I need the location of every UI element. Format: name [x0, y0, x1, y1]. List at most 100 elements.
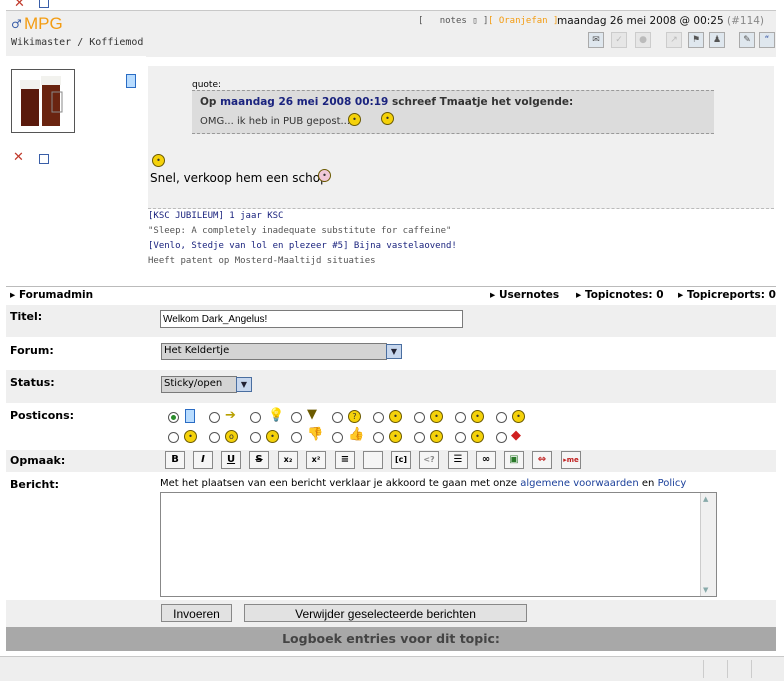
smile-icon: • — [430, 410, 443, 423]
flag-icon[interactable]: ✓ — [611, 32, 627, 48]
bericht-label: Bericht: — [10, 478, 60, 491]
quote-date-link[interactable]: maandag 26 mei 2008 00:19 — [220, 96, 388, 108]
posticon-radio-14[interactable] — [332, 432, 343, 443]
scroll-down-icon[interactable]: ▼ — [703, 586, 708, 594]
author-tag[interactable]: [ Oranjefan ] — [488, 16, 558, 26]
signature-line-4: Heeft patent op Mosterd-Maaltijd situati… — [148, 256, 376, 266]
posticon-radio-6[interactable] — [373, 412, 384, 423]
neutral-smiley-icon: • — [389, 430, 402, 443]
bold-icon[interactable]: B — [165, 451, 185, 469]
user-add-icon[interactable]: ♟ — [709, 32, 725, 48]
status-dropdown-icon[interactable]: ▼ — [236, 377, 252, 392]
delete-selected-button[interactable]: Verwijder geselecteerde berichten — [244, 604, 527, 622]
posticon-radio-10[interactable] — [168, 432, 179, 443]
subscript-icon[interactable]: x₂ — [278, 451, 298, 469]
scroll-up-icon[interactable]: ▲ — [703, 495, 708, 503]
posticon-radio-1[interactable] — [168, 412, 179, 423]
status-select[interactable]: Sticky/open — [161, 376, 237, 393]
forum-label: Forum: — [10, 344, 54, 357]
status-separator-3 — [751, 660, 752, 678]
posticon-radio-18[interactable] — [496, 432, 507, 443]
blank-format-icon[interactable] — [363, 451, 383, 469]
html-icon[interactable]: <? — [419, 451, 439, 469]
post-date-text: maandag 26 mei 2008 @ 00:25 — [557, 15, 724, 27]
arrow-up-icon[interactable]: ↗ — [666, 32, 682, 48]
topicreports-label: Topicreports: 0 — [686, 289, 776, 301]
laugh-smiley-icon: • — [184, 430, 197, 443]
list-icon[interactable]: ☰ — [448, 451, 468, 469]
topicreports-link[interactable]: ▸ Topicreports: 0 — [678, 289, 776, 301]
select-post-checkbox-top[interactable] — [39, 0, 49, 8]
status-separator-1 — [703, 660, 704, 678]
thumbs-up-icon: 👍 — [348, 427, 365, 442]
top-strip — [0, 0, 784, 10]
report-icon[interactable]: ⚑ — [688, 32, 704, 48]
tongue-smiley-icon: • — [430, 430, 443, 443]
posticon-radio-7[interactable] — [414, 412, 425, 423]
terms-and: en — [641, 478, 655, 489]
avatar — [11, 69, 75, 133]
quote-header: Op maandag 26 mei 2008 00:19 schreef Tma… — [200, 96, 573, 108]
username-link[interactable]: MPG — [24, 14, 63, 34]
posticon-radio-9[interactable] — [496, 412, 507, 423]
usernotes-link[interactable]: ▸ Usernotes — [490, 289, 559, 301]
notes-link[interactable]: [ notes ▯ ] — [418, 16, 488, 26]
forum-select[interactable]: Het Keldertje — [161, 343, 387, 360]
question-smiley-icon: ? — [348, 410, 361, 423]
signature-line-1[interactable]: [KSC JUBILEUM] 1 jaar KSC — [148, 211, 283, 221]
underline-icon[interactable]: U — [221, 451, 241, 469]
opmaak-label: Opmaak: — [10, 454, 66, 467]
quote-label: quote: — [192, 80, 222, 90]
post-body: Snel, verkoop hem een schop — [150, 171, 328, 185]
notes-label: notes — [439, 16, 467, 26]
smiley-shocked-icon: • — [318, 169, 331, 182]
note-icon: ▯ — [472, 16, 478, 26]
posticon-radio-5[interactable] — [332, 412, 343, 423]
wink-smiley-icon: • — [471, 430, 484, 443]
message-textarea[interactable] — [160, 492, 717, 597]
signature-line-3[interactable]: [Venlo, Stedje van lol en plezeer #5] Bi… — [148, 241, 457, 251]
select-post-checkbox[interactable] — [39, 154, 49, 164]
italic-icon[interactable]: I — [193, 451, 213, 469]
status-row — [6, 370, 776, 403]
terms-note: Met het plaatsen van een bericht verklaa… — [160, 478, 686, 489]
posticon-radio-3[interactable] — [250, 412, 261, 423]
posticon-radio-12[interactable] — [250, 432, 261, 443]
posticon-radio-16[interactable] — [414, 432, 425, 443]
terms-link[interactable]: algemene voorwaarden — [520, 478, 638, 489]
delete-post-icon[interactable]: ✕ — [14, 0, 25, 10]
title-input[interactable] — [160, 310, 463, 328]
forumadmin-link[interactable]: ▸ Forumadmin — [10, 289, 93, 301]
posticon-radio-15[interactable] — [373, 432, 384, 443]
smiley-grin-icon: • — [381, 112, 394, 125]
edit-icon[interactable]: ✎ — [739, 32, 755, 48]
post-number[interactable]: (#114) — [727, 15, 764, 27]
posticon-radio-2[interactable] — [209, 412, 220, 423]
split-icon[interactable]: ⇔ — [532, 451, 552, 469]
topicnotes-link[interactable]: ▸ Topicnotes: 0 — [576, 289, 664, 301]
align-icon[interactable]: ≡ — [335, 451, 355, 469]
superscript-icon[interactable]: x² — [306, 451, 326, 469]
image-icon[interactable]: ▣ — [504, 451, 524, 469]
posticon-radio-17[interactable] — [455, 432, 466, 443]
posticon-radio-8[interactable] — [455, 412, 466, 423]
beer-glasses-icon — [20, 76, 63, 126]
sad-smiley-icon: • — [471, 410, 484, 423]
delete-post-icon-2[interactable]: ✕ — [13, 151, 24, 164]
message-scrollbar[interactable]: ▲ ▼ — [700, 493, 716, 596]
quote-icon[interactable]: “ — [759, 32, 775, 48]
me-icon[interactable]: ▸me — [561, 451, 581, 469]
mail-icon[interactable]: ✉ — [588, 32, 604, 48]
posticon-radio-13[interactable] — [291, 432, 302, 443]
ban-icon[interactable]: ● — [635, 32, 651, 48]
link-icon[interactable]: ∞ — [476, 451, 496, 469]
strikethrough-icon[interactable]: S — [249, 451, 269, 469]
lightbulb-icon: 💡 — [268, 408, 285, 423]
code-icon[interactable]: [c] — [391, 451, 411, 469]
posticon-radio-11[interactable] — [209, 432, 220, 443]
policy-link[interactable]: Policy — [658, 478, 687, 489]
forum-dropdown-icon[interactable]: ▼ — [386, 344, 402, 359]
posticon-radio-4[interactable] — [291, 412, 302, 423]
warning-icon: ▼ — [307, 407, 317, 422]
submit-button[interactable]: Invoeren — [161, 604, 232, 622]
